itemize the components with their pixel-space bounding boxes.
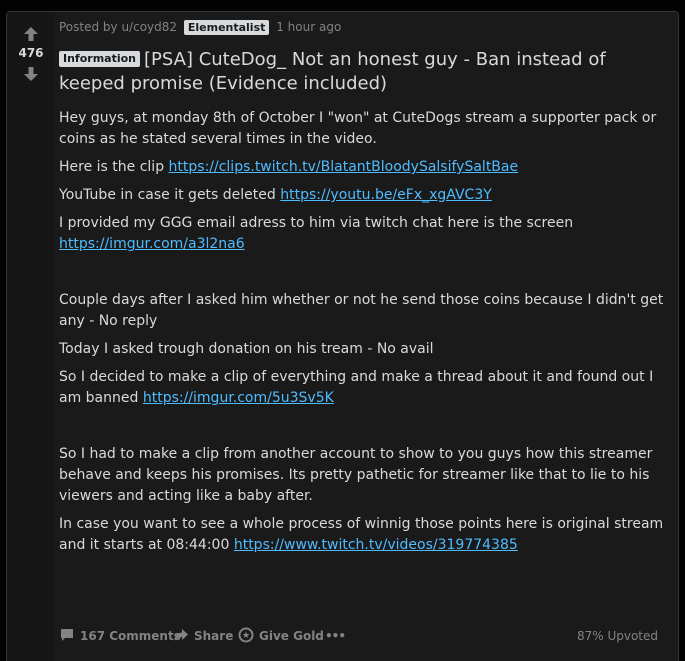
post-meta: Posted by u/coyd82 Elementalist 1 hour a…	[59, 20, 341, 35]
post-card: 476 Posted by u/coyd82 Elementalist 1 ho…	[6, 11, 679, 661]
imgur-link[interactable]: https://imgur.com/a3l2na6	[59, 236, 245, 252]
post-title-block[interactable]: Information [PSA] CuteDog_ Not an honest …	[59, 48, 639, 96]
comments-button[interactable]: 167 Comments	[59, 624, 181, 648]
paragraph: Here is the clip https://clips.twitch.tv…	[59, 159, 519, 175]
paragraph: In case you want to see a whole process …	[59, 516, 664, 553]
more-button[interactable]: •••	[325, 624, 346, 648]
share-icon	[173, 627, 194, 646]
paragraph: Couple days after I asked him whether or…	[59, 292, 664, 329]
imgur-ban-link[interactable]: https://imgur.com/5u3Sv5K	[143, 390, 334, 406]
paragraph: Today I asked trough donation on his tre…	[59, 341, 434, 357]
youtube-link[interactable]: https://youtu.be/eFx_xgAVC3Y	[280, 187, 492, 203]
paragraph: Hey guys, at monday 8th of October I "wo…	[59, 110, 657, 147]
post-actions: 167 Comments Share Give Gold ••• 87% Upv…	[59, 624, 668, 648]
upvoted-percentage: 87% Upvoted	[576, 629, 658, 643]
twitch-video-link[interactable]: https://www.twitch.tv/videos/319774385	[234, 537, 518, 553]
paragraph: YouTube in case it gets deleted https://…	[59, 187, 492, 203]
post-time: 1 hour ago	[276, 20, 342, 34]
paragraph: I provided my GGG email adress to him vi…	[59, 215, 574, 252]
post-title: [PSA] CuteDog_ Not an honest guy - Ban i…	[59, 49, 606, 94]
post-body: Hey guys, at monday 8th of October I "wo…	[59, 108, 669, 563]
paragraph: So I had to make a clip from another acc…	[59, 446, 653, 504]
downvote-arrow-icon[interactable]	[23, 66, 39, 82]
gold-icon	[238, 627, 259, 646]
author-link[interactable]: Posted by u/coyd82	[59, 20, 177, 34]
paragraph: So I decided to make a clip of everythin…	[59, 369, 654, 406]
vote-score: 476	[18, 46, 44, 60]
more-icon: •••	[325, 629, 346, 643]
give-gold-button[interactable]: Give Gold	[238, 624, 324, 648]
user-flair: Elementalist	[183, 20, 270, 35]
clip-link[interactable]: https://clips.twitch.tv/BlatantBloodySal…	[169, 159, 519, 175]
vote-column: 476	[7, 12, 55, 661]
upvote-arrow-icon[interactable]	[23, 26, 39, 42]
share-button[interactable]: Share	[173, 624, 233, 648]
post-flair[interactable]: Information	[59, 51, 140, 67]
comment-icon	[59, 627, 80, 646]
